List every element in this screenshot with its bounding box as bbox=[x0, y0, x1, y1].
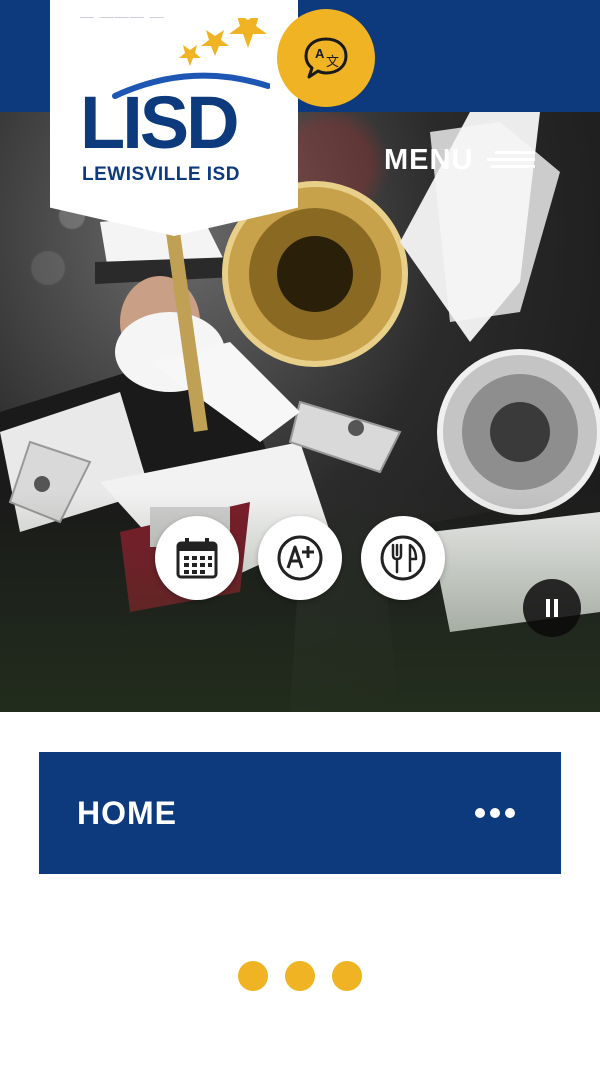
hamburger-icon bbox=[487, 149, 536, 171]
svg-text:文: 文 bbox=[326, 55, 339, 70]
grades-quick-link[interactable] bbox=[258, 516, 342, 600]
translate-icon: A 文 bbox=[304, 37, 348, 79]
dining-quick-link[interactable] bbox=[361, 516, 445, 600]
pause-icon bbox=[546, 599, 550, 617]
translate-button[interactable]: A 文 bbox=[277, 9, 375, 107]
district-logo[interactable]: ― ――― ― LISD LEWISVILLE ISD bbox=[50, 0, 298, 236]
menu-button[interactable]: MENU bbox=[384, 140, 536, 180]
section-header: HOME bbox=[39, 752, 561, 874]
logo-district-name: LEWISVILLE ISD bbox=[82, 164, 240, 185]
dining-icon bbox=[380, 535, 426, 581]
grades-icon bbox=[277, 535, 323, 581]
pause-button[interactable] bbox=[523, 579, 581, 637]
calendar-quick-link[interactable] bbox=[155, 516, 239, 600]
svg-text:A: A bbox=[315, 46, 325, 61]
page-title: HOME bbox=[77, 794, 177, 831]
calendar-icon bbox=[176, 538, 218, 579]
logo-top-text-fragment: ― ――― ― bbox=[80, 8, 165, 18]
loading-indicator bbox=[238, 961, 362, 991]
menu-label: MENU bbox=[384, 143, 474, 176]
more-dots-icon[interactable] bbox=[470, 808, 515, 818]
logo-wordmark: LISD bbox=[80, 81, 240, 164]
